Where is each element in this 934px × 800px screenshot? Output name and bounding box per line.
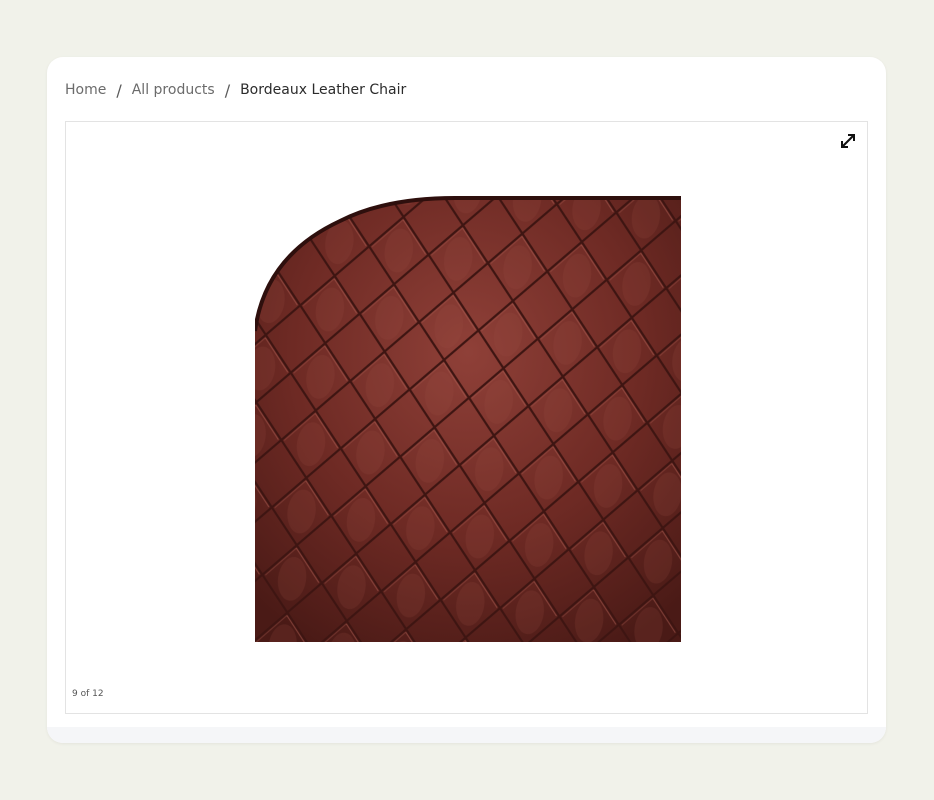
card-footer-strip (47, 727, 886, 743)
image-counter: 9 of 12 (72, 689, 104, 699)
product-card: Home / All products / Bordeaux Leather C… (47, 57, 886, 743)
product-image-gallery[interactable]: 9 of 12 (65, 121, 868, 714)
expand-icon[interactable] (837, 130, 859, 152)
breadcrumb-home-link[interactable]: Home (65, 82, 106, 98)
breadcrumb-all-products-link[interactable]: All products (132, 82, 215, 98)
breadcrumb: Home / All products / Bordeaux Leather C… (65, 79, 406, 101)
breadcrumb-separator: / (116, 80, 122, 100)
product-image[interactable] (255, 196, 681, 642)
breadcrumb-separator: / (224, 80, 231, 100)
breadcrumb-current-page: Bordeaux Leather Chair (240, 82, 407, 98)
